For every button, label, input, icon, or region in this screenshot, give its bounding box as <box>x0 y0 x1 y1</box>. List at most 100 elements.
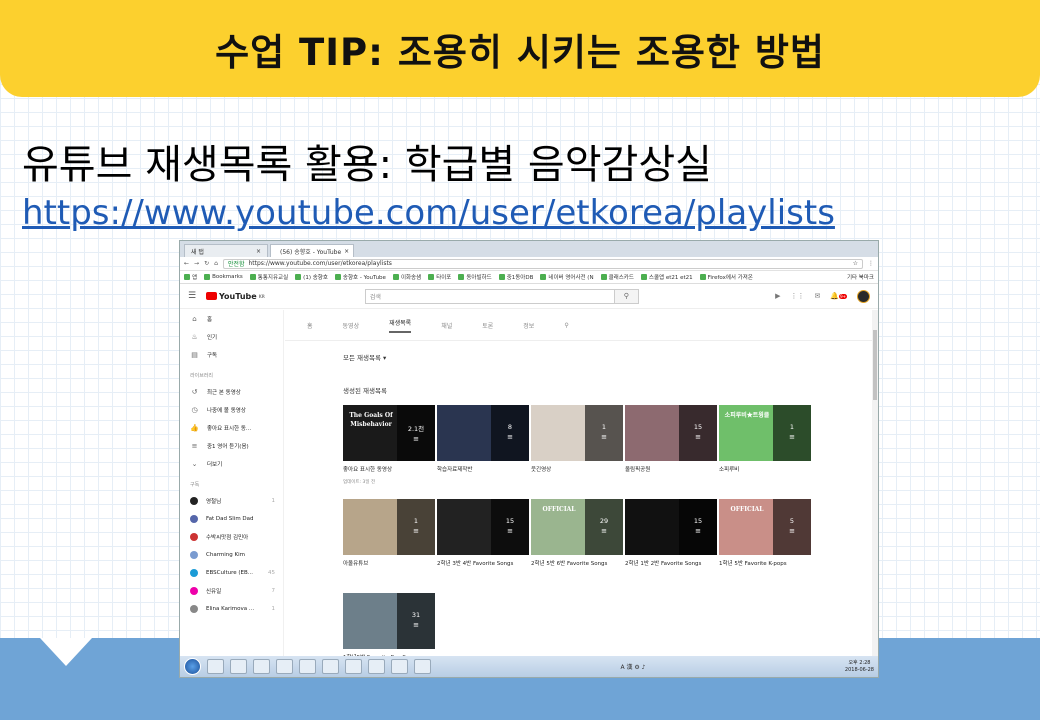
taskbar-app-icon[interactable] <box>299 659 316 674</box>
taskbar-app-icon[interactable] <box>253 659 270 674</box>
sidebar-item[interactable]: ⌄ 더보기 <box>180 455 283 473</box>
hamburger-menu-icon[interactable]: ☰ <box>188 291 206 301</box>
playlist-title[interactable]: 학습자료제작반 <box>437 465 529 473</box>
playlist-card[interactable]: 1 ≡ 웃긴영상 <box>531 405 623 473</box>
playlist-thumbnail[interactable]: The Goals Of Misbehavior 2.1천 ≡ <box>343 405 435 461</box>
playlist-title[interactable]: 아올유튜브 <box>343 559 435 567</box>
youtube-logo[interactable]: YouTube KR <box>206 292 265 301</box>
upload-icon[interactable]: ▶ <box>775 292 780 300</box>
playlist-card[interactable]: 31≡1학년5반 Favorite Pop Songs <box>343 593 435 656</box>
bookmark-item[interactable]: Bookmarks <box>204 274 243 280</box>
playlist-card[interactable]: OFFICIAL 29 ≡ 2학년 5반 6반 Favorite Songs <box>531 499 623 567</box>
bookmark-item[interactable]: 통통지유교실 <box>249 273 288 281</box>
scrollbar-thumb[interactable] <box>873 330 877 400</box>
playlist-card[interactable]: OFFICIAL 5 ≡ 1학년 5반 Favorite K-pops <box>719 499 811 567</box>
playlist-thumbnail[interactable]: 1 ≡ <box>343 499 435 555</box>
playlist-thumbnail[interactable]: OFFICIAL 5 ≡ <box>719 499 811 555</box>
sidebar-item[interactable]: ▤ 구독 <box>180 346 283 364</box>
playlist-card[interactable]: 8 ≡ 학습자료제작반 <box>437 405 529 473</box>
forward-icon[interactable]: → <box>194 260 199 267</box>
sidebar-item[interactable]: ♨ 인기 <box>180 328 283 346</box>
bookmark-item[interactable]: 스쿨앱 et21 et21 <box>640 273 693 281</box>
sidebar-item[interactable]: ≡ 중1 영어 듣기(음) <box>180 437 283 455</box>
bookmark-item[interactable]: 이화송샘 <box>392 273 421 281</box>
search-input[interactable]: 검색 <box>364 288 615 304</box>
scrollbar[interactable] <box>872 310 878 656</box>
playlist-title[interactable]: 1학년 5반 Favorite K-pops <box>719 559 811 567</box>
taskbar-app-icon[interactable] <box>391 659 408 674</box>
address-input[interactable]: 안전함 https://www.youtube.com/user/etkorea… <box>222 258 863 269</box>
taskbar-app-icon[interactable] <box>345 659 362 674</box>
subscription-item[interactable]: Fat Dad Slim Dad <box>180 510 283 528</box>
channel-tab[interactable]: 토론 <box>482 321 493 330</box>
channel-tab[interactable]: 채널 <box>441 321 452 330</box>
bookmark-item[interactable]: Firefox에서 가져온 <box>699 273 753 281</box>
playlist-thumbnail[interactable]: 15 ≡ <box>625 405 717 461</box>
apps-icon[interactable]: ⋮⋮ <box>791 292 805 300</box>
messages-icon[interactable]: ✉ <box>815 292 821 300</box>
subscription-item[interactable]: 신유일 7 <box>180 582 283 600</box>
close-icon[interactable]: × <box>344 248 349 255</box>
search-button[interactable]: ⚲ <box>614 288 639 304</box>
bookmark-item[interactable]: 클래스카드 <box>600 273 634 281</box>
home-icon[interactable]: ⌂ <box>214 260 218 267</box>
sidebar-item[interactable]: 👍 좋아요 표시한 동... <box>180 419 283 437</box>
system-tray[interactable]: A 漢 ⚙ ♪ <box>620 662 645 671</box>
channel-tab[interactable]: 재생목록 <box>389 318 412 333</box>
sidebar-item[interactable]: ↺ 최근 본 동영상 <box>180 383 283 401</box>
playlist-title[interactable]: 2학년 3반 4반 Favorite Songs <box>437 559 529 567</box>
playlist-thumbnail[interactable]: 8 ≡ <box>437 405 529 461</box>
subscription-item[interactable]: Elina Karimova ... 1 <box>180 600 283 618</box>
close-icon[interactable]: × <box>256 248 261 255</box>
playlist-card[interactable]: 1 ≡ 아올유튜브 <box>343 499 435 567</box>
taskbar-app-icon[interactable] <box>230 659 247 674</box>
playlist-card[interactable]: 15 ≡ 2학년 1반 2반 Favorite Songs <box>625 499 717 567</box>
taskbar-app-icon[interactable] <box>276 659 293 674</box>
channel-tab[interactable]: 동영상 <box>343 321 360 330</box>
playlist-thumbnail[interactable]: 1 ≡ <box>531 405 623 461</box>
playlist-title[interactable]: 2학년 5반 6반 Favorite Songs <box>531 559 623 567</box>
playlist-card[interactable]: The Goals Of Misbehavior 2.1천 ≡ 좋아요 표시한 동영상… <box>343 405 435 485</box>
taskbar-app-icon[interactable] <box>322 659 339 674</box>
playlist-title[interactable]: 웃긴영상 <box>531 465 623 473</box>
start-button[interactable] <box>184 658 201 675</box>
taskbar-app-icon[interactable] <box>414 659 431 674</box>
star-icon[interactable]: ☆ <box>853 260 858 267</box>
bookmark-item[interactable]: 동아빌하드 <box>458 273 492 281</box>
playlist-thumbnail[interactable]: 15 ≡ <box>625 499 717 555</box>
bookmark-item[interactable]: (1) 송향호 <box>295 273 328 281</box>
sort-dropdown[interactable]: 모든 재생목록 ▾ <box>343 352 386 362</box>
taskbar-app-icon[interactable] <box>368 659 385 674</box>
sidebar-item[interactable]: ⌂ 홈 <box>180 310 283 328</box>
clock[interactable]: 오후 2:28 2018-06-28 <box>845 660 874 674</box>
playlist-title[interactable]: 2학년 1반 2반 Favorite Songs <box>625 559 717 567</box>
playlist-title[interactable]: 좋아요 표시한 동영상 <box>343 465 435 473</box>
tab-new[interactable]: 새 탭 × <box>184 244 268 257</box>
subscription-item[interactable]: EBSCulture (EB... 45 <box>180 564 283 582</box>
channel-tab[interactable]: 정보 <box>523 321 534 330</box>
playlist-link[interactable]: https://www.youtube.com/user/etkorea/pla… <box>22 193 835 233</box>
search-icon[interactable]: ⚲ <box>564 322 568 329</box>
bookmark-item[interactable]: 네이버 영어사전 (N <box>540 273 594 281</box>
menu-dots-icon[interactable]: ⋮ <box>868 260 874 267</box>
bookmark-more[interactable]: 기타 북마크 <box>847 273 874 281</box>
bookmark-item[interactable]: 앱 <box>184 273 197 281</box>
playlist-card[interactable]: 15 ≡ 올림픽공원 <box>625 405 717 473</box>
channel-tab[interactable]: 홈 <box>307 321 313 330</box>
playlist-card[interactable]: 소피루비★트윙클 1 ≡ 소피루비 <box>719 405 811 473</box>
tab-youtube[interactable]: (56) 송향호 - YouTube × <box>270 244 354 257</box>
playlist-thumbnail[interactable]: 31 ≡ <box>343 593 435 649</box>
playlist-title[interactable]: 올림픽공원 <box>625 465 717 473</box>
playlist-card[interactable]: 15 ≡ 2학년 3반 4반 Favorite Songs <box>437 499 529 567</box>
playlist-thumbnail[interactable]: OFFICIAL 29 ≡ <box>531 499 623 555</box>
sidebar-item[interactable]: ◷ 나중에 볼 동영상 <box>180 401 283 419</box>
bookmark-item[interactable]: 타이포 <box>428 273 451 281</box>
subscription-item[interactable]: Charming Kim <box>180 546 283 564</box>
playlist-title[interactable]: 소피루비 <box>719 465 811 473</box>
avatar[interactable] <box>857 289 870 303</box>
playlist-thumbnail[interactable]: 15 ≡ <box>437 499 529 555</box>
taskbar-app-icon[interactable] <box>207 659 224 674</box>
playlist-thumbnail[interactable]: 소피루비★트윙클 1 ≡ <box>719 405 811 461</box>
bookmark-item[interactable]: 송향호 - YouTube <box>334 273 386 281</box>
notifications-icon[interactable]: 🔔9+ <box>830 292 847 300</box>
